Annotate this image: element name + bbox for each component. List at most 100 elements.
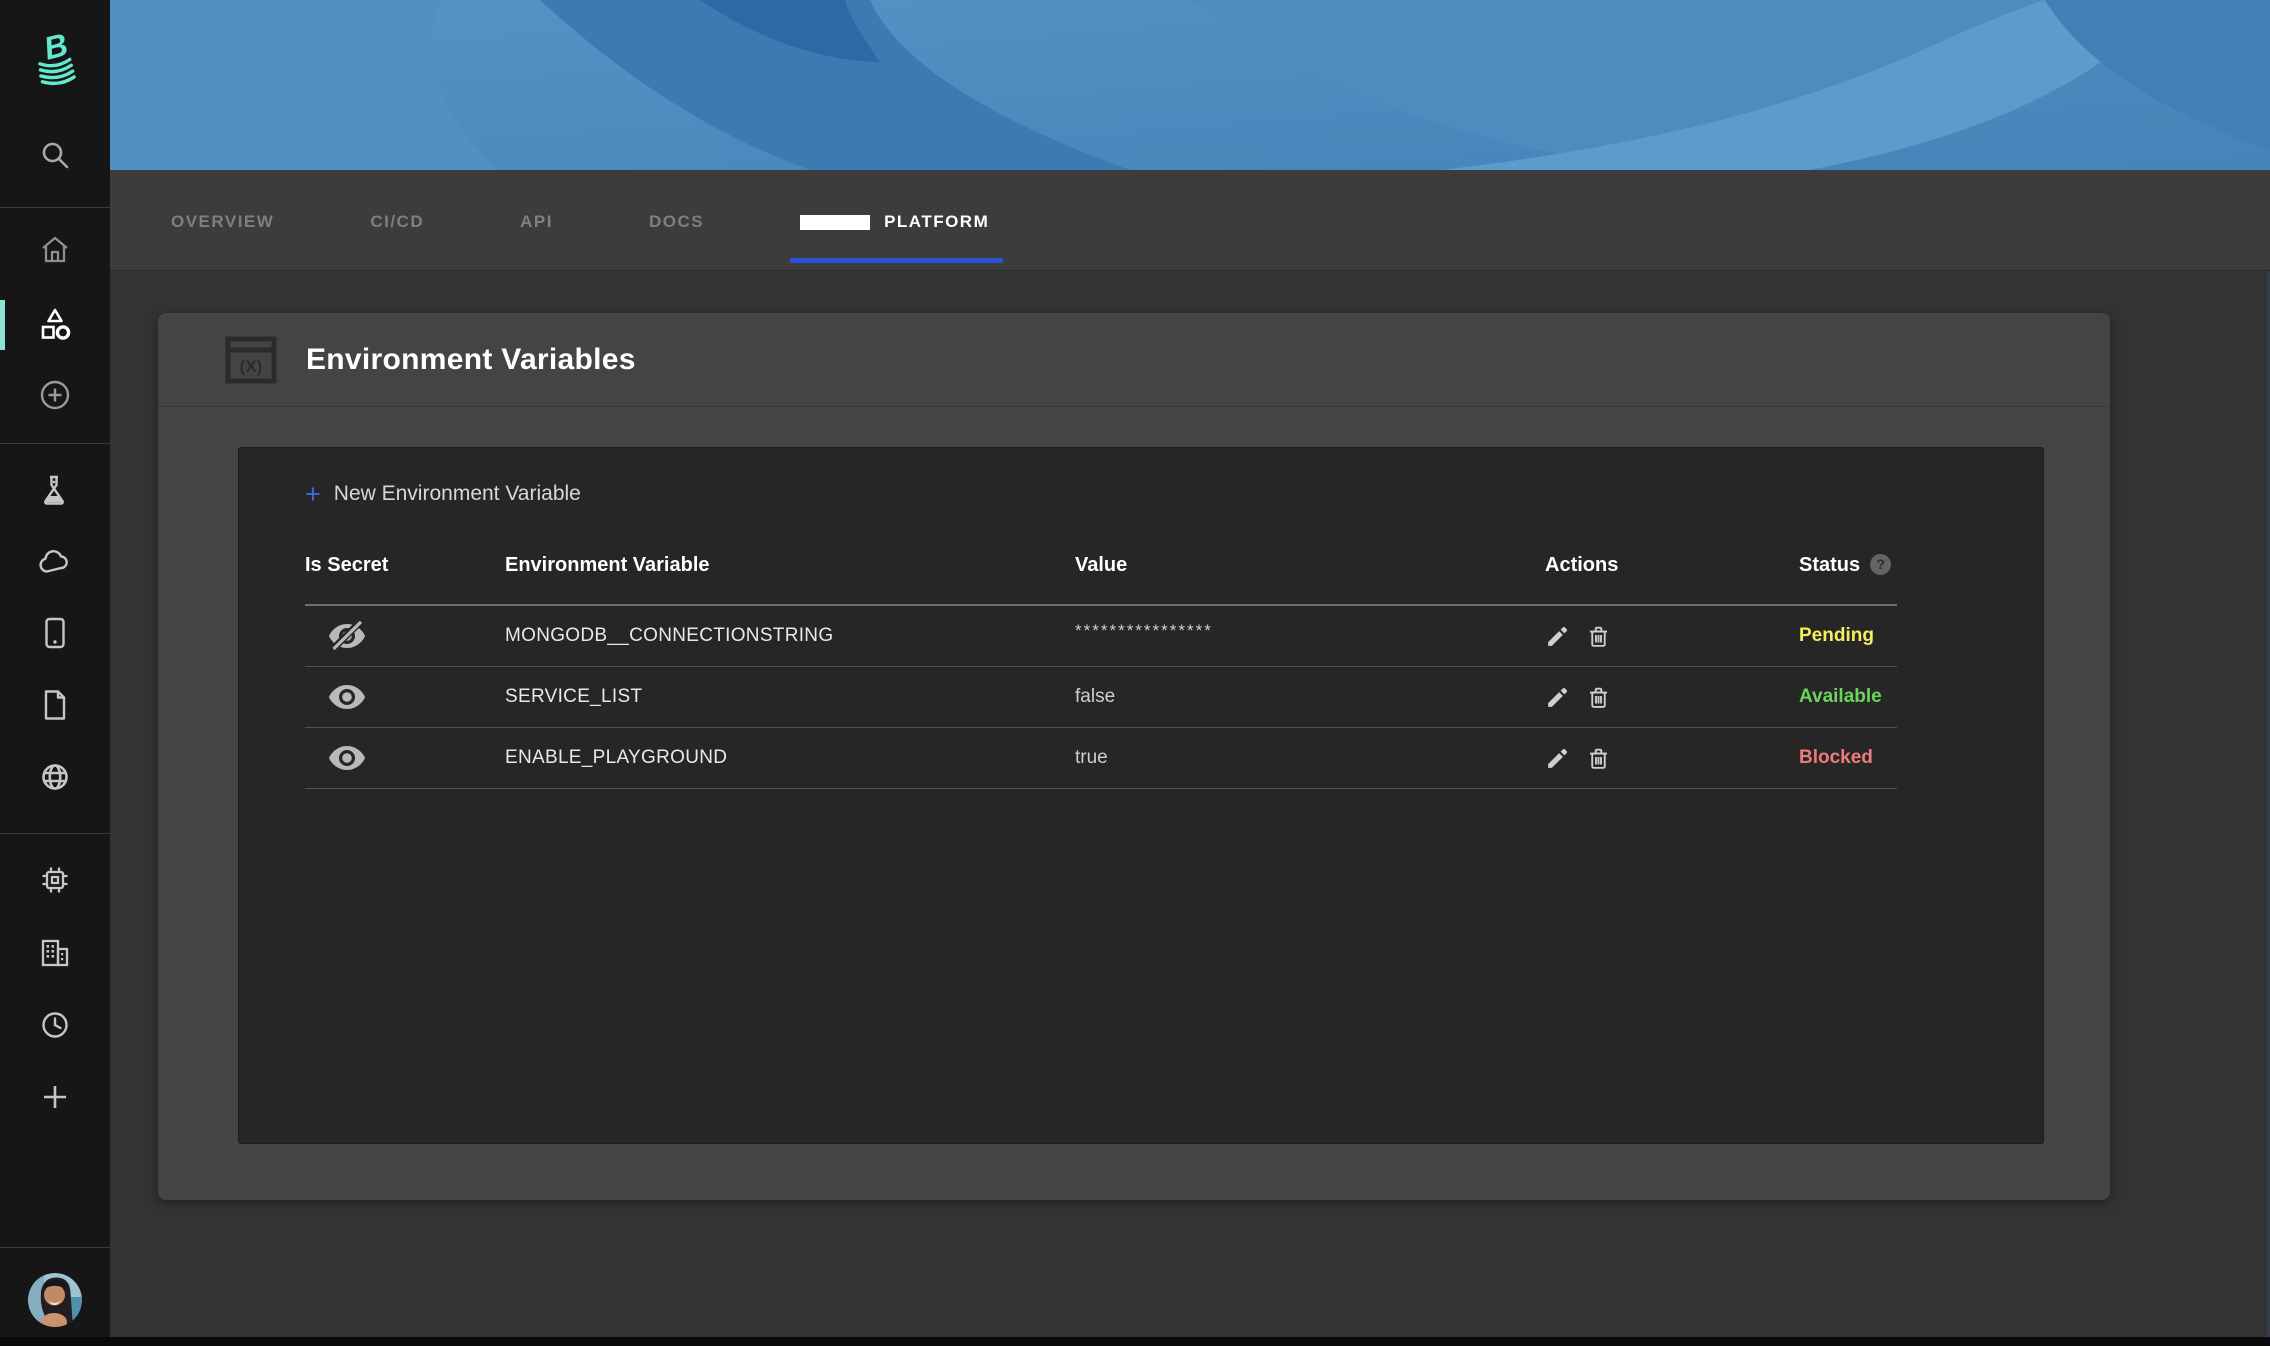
search-icon	[39, 139, 71, 171]
status-help-icon[interactable]: ?	[1870, 554, 1891, 575]
sidebar-divider	[0, 207, 110, 208]
variables-panel: + New Environment Variable Is Secret Env…	[238, 447, 2044, 1144]
flask-icon	[40, 474, 70, 506]
env-var-name: SERVICE_LIST	[505, 686, 642, 707]
sidebar-item-experiments[interactable]	[0, 466, 110, 514]
is-secret-cell	[305, 743, 505, 773]
document-icon	[42, 689, 68, 721]
status-label: Available	[1799, 686, 1882, 707]
tab-api[interactable]: API	[520, 212, 553, 232]
env-var-value: true	[1075, 747, 1108, 768]
table-header: Is Secret Environment Variable Value Act…	[305, 554, 1897, 606]
eye-off-icon[interactable]	[327, 621, 367, 651]
actions-cell	[1545, 746, 1799, 771]
delete-button[interactable]	[1586, 746, 1611, 771]
status-label: Blocked	[1799, 747, 1873, 768]
sidebar-divider	[0, 443, 110, 444]
edit-pencil-icon	[1545, 746, 1570, 771]
user-avatar-photo	[28, 1273, 82, 1327]
plus-icon: +	[305, 482, 321, 506]
sidebar-item-search[interactable]	[0, 131, 110, 179]
sidebar-divider	[0, 1247, 110, 1248]
status-cell: Pending	[1799, 625, 1897, 647]
col-actions: Actions	[1545, 554, 1799, 577]
page-title: Environment Variables	[306, 343, 636, 377]
edit-button[interactable]	[1545, 624, 1570, 649]
edit-button[interactable]	[1545, 746, 1570, 771]
card-header: (X) Environment Variables	[158, 313, 2110, 407]
table-row: SERVICE_LIST false	[305, 667, 1897, 728]
sidebar-item-history[interactable]	[0, 1001, 110, 1049]
tab-platform-label: PLATFORM	[884, 212, 989, 232]
sidebar-item-hardware[interactable]	[0, 856, 110, 904]
window-x-icon: (X)	[222, 331, 280, 389]
variable-value-cell: true	[1075, 747, 1545, 769]
phone-icon	[44, 617, 66, 649]
variable-name-cell: ENABLE_PLAYGROUND	[505, 747, 1075, 769]
variable-name-cell: MONGODB__CONNECTIONSTRING	[505, 625, 1075, 647]
globe-icon	[40, 762, 70, 792]
tab-platform[interactable]: PLATFORM	[800, 212, 989, 232]
plus-circle-icon	[39, 379, 71, 411]
sidebar-item-cloud[interactable]	[0, 538, 110, 586]
env-var-name: ENABLE_PLAYGROUND	[505, 747, 727, 768]
bottom-bar	[0, 1337, 2270, 1346]
sidebar-item-mobile[interactable]	[0, 609, 110, 657]
new-variable-label: New Environment Variable	[334, 482, 581, 506]
col-value: Value	[1075, 554, 1545, 577]
stacked-b-logo: B	[27, 28, 83, 86]
sidebar-item-home[interactable]	[0, 226, 110, 274]
table-row: MONGODB__CONNECTIONSTRING **************…	[305, 606, 1897, 667]
actions-cell	[1545, 624, 1799, 649]
edit-pencil-icon	[1545, 624, 1570, 649]
sidebar-item-web[interactable]	[0, 753, 110, 801]
actions-cell	[1545, 685, 1799, 710]
eye-icon[interactable]	[327, 743, 367, 773]
delete-trash-icon	[1586, 624, 1611, 649]
sidebar-item-add[interactable]	[0, 371, 110, 419]
env-var-value: ****************	[1075, 621, 1213, 640]
tab-docs[interactable]: DOCS	[649, 212, 704, 232]
tabs: OVERVIEW CI/CD API DOCS PLATFORM	[171, 212, 989, 232]
sidebar-item-organization[interactable]	[0, 929, 110, 977]
plus-icon	[41, 1083, 69, 1111]
cloud-icon	[38, 549, 72, 575]
tab-overview[interactable]: OVERVIEW	[171, 212, 274, 232]
col-environment-variable: Environment Variable	[505, 554, 1075, 577]
edit-button[interactable]	[1545, 685, 1570, 710]
clock-icon	[40, 1010, 70, 1040]
header-banner	[110, 0, 2270, 170]
sidebar-item-documents[interactable]	[0, 681, 110, 729]
building-icon	[39, 938, 71, 968]
chip-icon	[39, 864, 71, 896]
variable-name-cell: SERVICE_LIST	[505, 686, 1075, 708]
is-secret-cell	[305, 682, 505, 712]
status-label: Pending	[1799, 625, 1874, 646]
sidebar: B	[0, 0, 110, 1346]
tab-cicd[interactable]: CI/CD	[370, 212, 424, 232]
home-icon	[40, 235, 70, 265]
env-var-name: MONGODB__CONNECTIONSTRING	[505, 625, 833, 646]
new-environment-variable-button[interactable]: + New Environment Variable	[305, 482, 581, 506]
sidebar-item-components[interactable]	[0, 301, 110, 349]
banner-art	[110, 0, 2270, 170]
variables-table: Is Secret Environment Variable Value Act…	[305, 554, 1897, 789]
env-var-value: false	[1075, 686, 1115, 707]
brand-logo-block	[800, 215, 870, 230]
sidebar-item-new[interactable]	[0, 1073, 110, 1121]
status-cell: Available	[1799, 686, 1897, 708]
col-is-secret: Is Secret	[305, 554, 505, 577]
table-body: MONGODB__CONNECTIONSTRING **************…	[305, 606, 1897, 789]
user-menu[interactable]	[0, 1272, 110, 1328]
svg-text:(X): (X)	[240, 357, 263, 376]
delete-trash-icon	[1586, 685, 1611, 710]
status-cell: Blocked	[1799, 747, 1897, 769]
eye-icon[interactable]	[327, 682, 367, 712]
col-status: Status?	[1799, 554, 1897, 577]
delete-button[interactable]	[1586, 624, 1611, 649]
delete-button[interactable]	[1586, 685, 1611, 710]
table-row: ENABLE_PLAYGROUND true	[305, 728, 1897, 789]
delete-trash-icon	[1586, 746, 1611, 771]
app-logo[interactable]: B	[0, 33, 110, 81]
is-secret-cell	[305, 621, 505, 651]
